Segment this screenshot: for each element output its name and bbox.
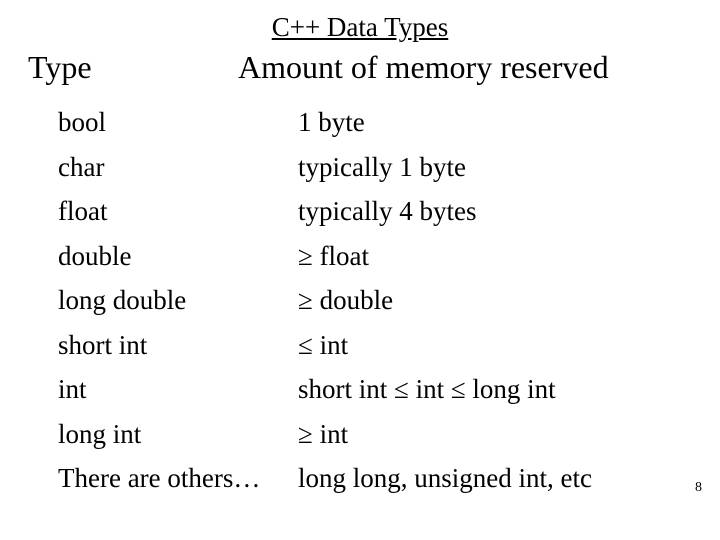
type-cell: short int [58, 323, 298, 368]
memory-cell: long long, unsigned int, etc [298, 456, 692, 501]
memory-cell: ≥ float [298, 234, 692, 279]
table-row: int short int ≤ int ≤ long int [58, 367, 692, 412]
slide-title: C++ Data Types [28, 12, 692, 43]
header-type: Type [28, 49, 238, 86]
type-cell: long double [58, 278, 298, 323]
type-cell: long int [58, 412, 298, 457]
table-row: char typically 1 byte [58, 145, 692, 190]
data-rows: bool 1 byte char typically 1 byte float … [28, 100, 692, 501]
table-row: long int ≥ int [58, 412, 692, 457]
memory-cell: short int ≤ int ≤ long int [298, 367, 692, 412]
type-cell: float [58, 189, 298, 234]
column-headers: Type Amount of memory reserved [28, 49, 692, 86]
memory-cell: ≤ int [298, 323, 692, 368]
memory-cell: ≥ double [298, 278, 692, 323]
page-number: 8 [695, 480, 702, 496]
table-row: long double ≥ double [58, 278, 692, 323]
header-memory: Amount of memory reserved [238, 49, 692, 86]
table-row: float typically 4 bytes [58, 189, 692, 234]
type-cell: int [58, 367, 298, 412]
table-row: short int ≤ int [58, 323, 692, 368]
memory-cell: typically 1 byte [298, 145, 692, 190]
memory-cell: typically 4 bytes [298, 189, 692, 234]
table-row: double ≥ float [58, 234, 692, 279]
type-cell: double [58, 234, 298, 279]
table-row: bool 1 byte [58, 100, 692, 145]
table-row: There are others… long long, unsigned in… [58, 456, 692, 501]
memory-cell: 1 byte [298, 100, 692, 145]
memory-cell: ≥ int [298, 412, 692, 457]
type-cell: There are others… [58, 456, 298, 501]
type-cell: char [58, 145, 298, 190]
type-cell: bool [58, 100, 298, 145]
